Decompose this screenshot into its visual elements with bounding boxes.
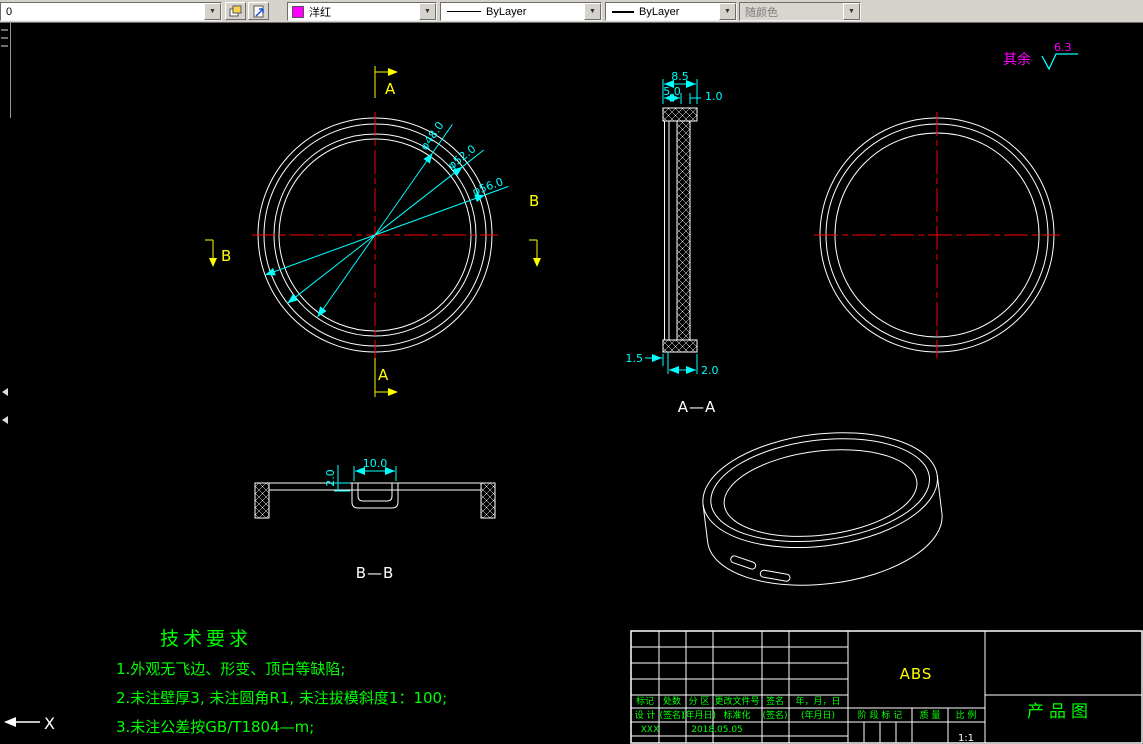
object-properties-toolbar: 0 ▼ 洋红 ▼ ByLayer ▼ ByLayer ▼ 随颜色 ▼ xyxy=(0,0,1143,23)
view-3d xyxy=(696,420,949,598)
plotstyle-combo[interactable]: 随颜色 ▼ xyxy=(739,2,861,21)
layer-manager-button[interactable] xyxy=(225,2,246,20)
tb-header-3: 分 区 xyxy=(689,696,710,707)
tb-sign-3: (年月日) xyxy=(682,709,716,721)
tb-stage-3: 比 例 xyxy=(956,709,977,721)
dim-1-0: 1.0 xyxy=(705,90,723,103)
plotstyle-combo-chevron-down-icon[interactable]: ▼ xyxy=(843,3,860,20)
dim-d56: φ56.0 xyxy=(471,175,505,198)
linetype-combo-chevron-down-icon[interactable]: ▼ xyxy=(584,3,601,20)
layers-icon xyxy=(229,4,243,18)
linetype-combo-value: ByLayer xyxy=(481,6,584,18)
surface-finish-icon xyxy=(1042,54,1078,69)
tb-header-1: 标记 xyxy=(636,695,654,707)
front-section-markers xyxy=(205,66,541,397)
layer-previous-icon xyxy=(252,4,266,18)
lineweight-combo-chevron-down-icon[interactable]: ▼ xyxy=(719,3,736,20)
plotstyle-combo-value: 随颜色 xyxy=(740,4,843,20)
tb-header-6: 年，月，日 xyxy=(795,695,840,707)
view-section-bb xyxy=(255,483,495,518)
tb-sign-4: 标准化 xyxy=(723,709,750,721)
tech-req-title: 技术要求 xyxy=(160,628,252,650)
tb-header-4: 更改文件号 xyxy=(714,695,759,707)
surface-finish-value: 6.3 xyxy=(1054,41,1072,54)
dim-8-5: 8.5 xyxy=(671,70,689,83)
tb-sign-6: (年月日) xyxy=(801,709,835,721)
label-section-bb: B—B xyxy=(356,564,395,582)
view-section-aa xyxy=(663,108,697,352)
section-label-a-top: A xyxy=(385,80,396,98)
ucs-icon: X xyxy=(4,714,55,733)
front-dimension-texts: φ48.0 φ52.0 φ56.0 xyxy=(418,119,505,198)
tb-drawing-title: 产品图 xyxy=(1027,702,1093,722)
tb-sign-1: 设 计 xyxy=(635,709,656,721)
dim-2-0-aa: 2.0 xyxy=(701,364,719,377)
right-centerlines xyxy=(814,112,1060,358)
layer-previous-button[interactable] xyxy=(248,2,269,20)
layer-combo[interactable]: 0 ▼ xyxy=(0,2,222,21)
color-combo[interactable]: 洋红 ▼ xyxy=(287,2,437,21)
layer-combo-value: 0 xyxy=(1,6,204,18)
tb-sign-5: (签名) xyxy=(762,709,787,721)
surface-finish-prefix: 其余 xyxy=(1003,51,1031,68)
tb-header-2: 处数 xyxy=(663,695,681,707)
lineweight-combo-value: ByLayer xyxy=(634,6,719,18)
color-swatch xyxy=(292,6,304,18)
section-label-a-bottom: A xyxy=(378,366,389,384)
ucs-x-label: X xyxy=(44,714,55,733)
surface-finish-note: 其余 6.3 xyxy=(1003,41,1078,69)
lineweight-combo[interactable]: ByLayer ▼ xyxy=(605,2,737,21)
dim-10-0: 10.0 xyxy=(363,457,388,470)
section-label-b-right: B xyxy=(529,192,539,210)
tech-req-item-3: 3.未注公差按GB/T1804—m; xyxy=(116,718,314,736)
tb-designer: XXX xyxy=(641,725,660,735)
linetype-combo[interactable]: ByLayer ▼ xyxy=(440,2,602,21)
section-label-b-left: B xyxy=(221,247,231,265)
aa-dimension-lines xyxy=(645,79,701,374)
dim-d48: φ48.0 xyxy=(418,119,447,152)
label-section-aa: A—A xyxy=(678,398,717,416)
tb-stage-2: 质 量 xyxy=(920,709,941,721)
layer-combo-chevron-down-icon[interactable]: ▼ xyxy=(204,3,221,20)
color-combo-chevron-down-icon[interactable]: ▼ xyxy=(419,3,436,20)
drawing-canvas[interactable]: A A B B φ48.0 φ52.0 φ56.0 xyxy=(0,0,1143,744)
dim-1-5: 1.5 xyxy=(626,352,644,365)
tech-req-item-1: 1.外观无飞边、形变、顶白等缺陷; xyxy=(116,660,345,678)
tech-requirements: 技术要求 1.外观无飞边、形变、顶白等缺陷; 2.未注壁厚3, 未注圆角R1, … xyxy=(116,628,447,736)
tb-sign-2: (签名) xyxy=(659,709,684,721)
tech-req-item-2: 2.未注壁厚3, 未注圆角R1, 未注拔模斜度1：100; xyxy=(116,689,447,707)
dim-5-0: 5.0 xyxy=(663,85,681,98)
tb-scale: 1:1 xyxy=(958,733,974,744)
lineweight-sample xyxy=(612,11,634,13)
linetype-sample xyxy=(447,11,481,12)
tb-header-5: 签名 xyxy=(766,695,784,707)
tb-material: ABS xyxy=(900,665,933,683)
color-combo-value: 洋红 xyxy=(304,4,419,20)
left-toolbar-strip xyxy=(1,22,11,424)
cad-application-window: { "toolbar": { "layer_value": "0", "colo… xyxy=(0,0,1143,744)
dim-2-0-bb: 2.0 xyxy=(324,469,337,487)
tb-date: 2018.05.05 xyxy=(691,725,743,735)
bb-dimension-texts: 10.0 2.0 xyxy=(324,457,387,487)
tb-stage-1: 阶 段 标 记 xyxy=(858,709,903,721)
